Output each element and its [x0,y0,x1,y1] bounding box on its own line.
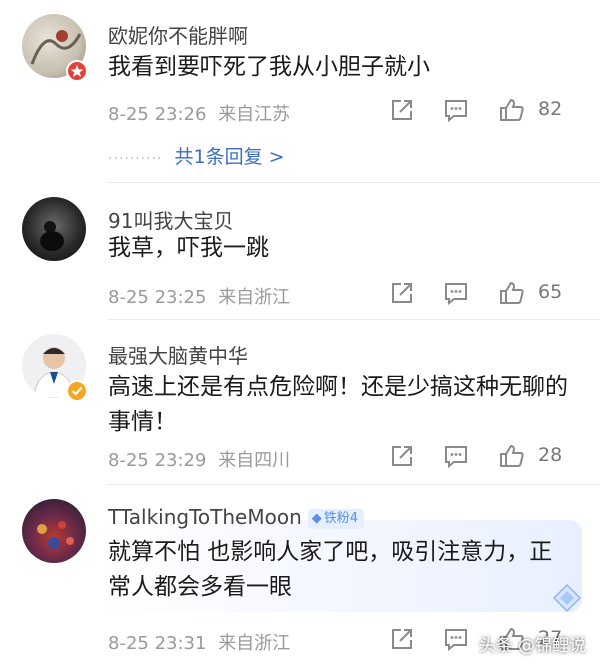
comment-list: 欧妮你不能胖啊 我看到要吓死了我从小胆子就小 8-25 23:26 来自江苏 8… [0,0,600,668]
comment-actions: 82 [388,96,578,126]
view-replies-link[interactable]: ·········· 共1条回复 > [108,142,285,169]
avatar-image-icon [37,521,74,549]
comment-meta: 8-25 23:29 来自四川 [108,446,290,472]
comment-item: 91叫我大宝贝 我草，吓我一跳 8-25 23:25 来自浙江 65 [0,183,600,320]
comment-time: 8-25 23:29 [108,450,207,471]
comment-icon[interactable] [442,442,470,470]
comment-location: 来自四川 [218,450,291,471]
diamond-icon [552,583,582,613]
comment-item: 最强大脑黄中华 高速上还是有点危险啊！还是少搞这种无聊的事情！ 8-25 23:… [0,320,600,485]
comment-text: 高速上还是有点危险啊！还是少搞这种无聊的事情！ [108,374,568,435]
like-count: 82 [538,98,563,120]
thumbs-up-icon[interactable] [498,442,526,470]
share-icon[interactable] [388,96,416,124]
comment-time: 8-25 23:25 [108,287,207,308]
comment-time: 8-25 23:31 [108,633,207,654]
username[interactable]: 最强大脑黄中华 [108,340,248,369]
comment-actions: 65 [388,279,578,309]
comment-meta: 8-25 23:31 来自浙江 [108,629,290,655]
username[interactable]: TTalkingToTheMoon ◆ 铁粉4 [108,505,365,529]
verified-badge-icon [66,380,88,402]
watermark: 头条 @锦鲤说 [478,636,586,656]
comment-text: 就算不怕 也影响人家了吧，吸引注意力，正常人都会多看一眼 [108,539,553,600]
comment-time: 8-25 23:26 [108,104,207,125]
diamond-icon: ◆ [311,510,322,526]
username[interactable]: 欧妮你不能胖啊 [108,20,248,49]
comment-text: 我看到要吓死了我从小胆子就小 [108,54,430,80]
thumbs-up-icon[interactable] [498,279,526,307]
fan-badge-label: 铁粉4 [323,510,359,526]
comment-item: 欧妮你不能胖啊 我看到要吓死了我从小胆子就小 8-25 23:26 来自江苏 8… [0,0,600,183]
comment-text: 我草，吓我一跳 [108,235,269,261]
comment-location: 来自浙江 [218,287,291,308]
share-icon[interactable] [388,625,416,653]
like-count: 65 [538,281,563,303]
vip-badge-icon [66,60,88,82]
comment-location: 来自浙江 [218,633,291,654]
comment-icon[interactable] [442,625,470,653]
avatar[interactable] [22,197,86,261]
comment-icon[interactable] [442,96,470,124]
like-count: 28 [538,444,563,466]
avatar-image-icon [40,221,64,251]
share-icon[interactable] [388,442,416,470]
comment-actions: 28 [388,442,578,472]
comment-location: 来自江苏 [218,104,291,125]
fan-badge: ◆ 铁粉4 [307,508,365,529]
username-text[interactable]: TTalkingToTheMoon [108,505,302,529]
username[interactable]: 91叫我大宝贝 [108,205,233,234]
comment-meta: 8-25 23:26 来自江苏 [108,100,290,126]
comment-meta: 8-25 23:25 来自浙江 [108,283,290,309]
dots-separator: ·········· [108,151,163,167]
replies-label[interactable]: 共1条回复 > [175,146,285,168]
avatar[interactable] [22,499,86,563]
comment-icon[interactable] [442,279,470,307]
thumbs-up-icon[interactable] [498,96,526,124]
share-icon[interactable] [388,279,416,307]
